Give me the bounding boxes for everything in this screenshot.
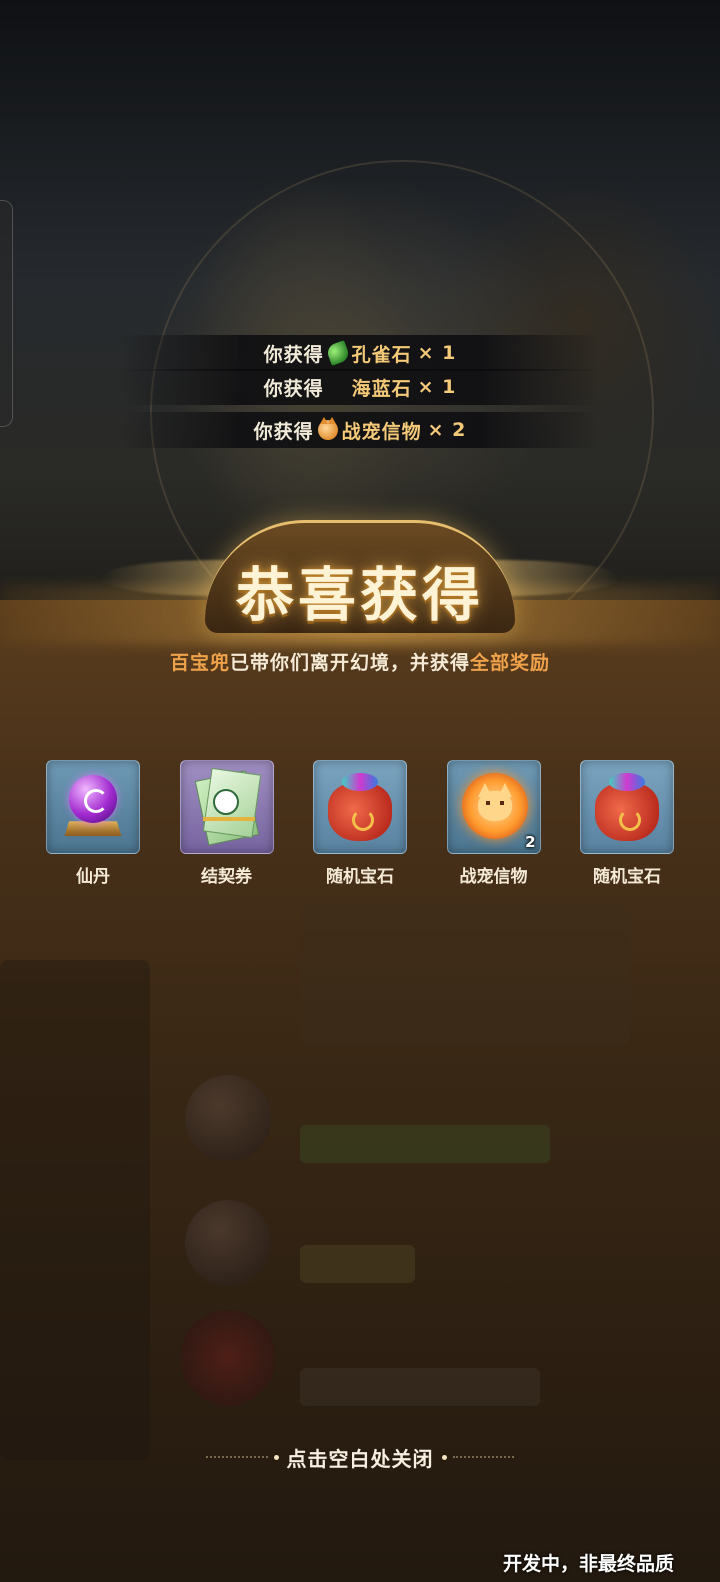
background-chat-bubble (300, 1125, 550, 1163)
congrats-banner: 恭喜获得 (100, 520, 620, 635)
item-slot[interactable] (313, 760, 407, 854)
hint-dots-left (206, 1456, 268, 1458)
subtitle-highlight-rewards: 全部奖励 (470, 652, 551, 674)
notification-prefix: 你获得 (253, 420, 314, 443)
reward-item[interactable]: 随机宝石 (580, 760, 674, 887)
reward-notification: 你获得 海蓝石 × 1 (120, 369, 600, 405)
reward-item[interactable]: 结契券 (179, 760, 274, 887)
item-name: 随机宝石 (326, 867, 394, 887)
reward-notification: 你获得 孔雀石 × 1 (120, 335, 600, 371)
bag-swirl (352, 809, 374, 831)
reward-subtitle: 百宝兜已带你们离开幻境，并获得全部奖励 (0, 648, 720, 675)
reward-item[interactable]: 2 战宠信物 (446, 760, 541, 887)
reward-item[interactable]: 仙丹 (46, 760, 140, 887)
pet-eyes (485, 801, 504, 805)
hint-dot (273, 1454, 279, 1460)
side-drawer-handle[interactable] (0, 200, 13, 427)
aquamarine-icon (328, 377, 348, 397)
hint-dots-right (452, 1456, 514, 1458)
close-hint[interactable]: 点击空白处关闭 (200, 1442, 520, 1472)
notification-prefix: 你获得 (263, 343, 324, 366)
dev-watermark: 开发中，非最终品质 (502, 1553, 674, 1575)
item-slot[interactable] (580, 760, 674, 854)
ticket-emblem (212, 789, 239, 815)
pet-face (477, 791, 512, 821)
background-chat-card (300, 905, 630, 1045)
background-avatar (185, 1200, 271, 1286)
background-sidebar (0, 960, 150, 1460)
notification-qty: × 2 (427, 419, 467, 441)
orb-swirl-mark (84, 789, 108, 813)
notification-prefix: 你获得 (263, 377, 324, 400)
background-chat-bubble (300, 1245, 415, 1283)
subtitle-text: 已带你们离开幻境，并获得 (229, 652, 470, 674)
bag-swirl (619, 809, 641, 831)
item-name: 随机宝石 (593, 867, 661, 887)
notification-item: 海蓝石 (351, 377, 412, 400)
notification-item: 战宠信物 (341, 420, 422, 443)
peacock-stone-icon (324, 340, 351, 366)
reward-item-list: 仙丹 结契券 随机宝石 2 战宠信物 随机宝石 (46, 760, 674, 887)
background-chat-bubble (300, 1368, 540, 1406)
item-slot[interactable] (179, 760, 274, 854)
background-avatar (180, 1310, 276, 1406)
item-name: 结契券 (201, 867, 252, 887)
notification-item: 孔雀石 (351, 343, 412, 366)
background-avatar (185, 1075, 271, 1161)
bag-gems (609, 773, 645, 791)
item-slot[interactable]: 2 (446, 760, 541, 854)
reward-notification: 你获得 战宠信物 × 2 (120, 412, 600, 448)
item-name: 战宠信物 (459, 867, 528, 887)
item-count: 2 (525, 833, 536, 851)
notification-qty: × 1 (417, 342, 457, 364)
bag-gems (342, 773, 378, 791)
hint-dot (441, 1454, 447, 1460)
close-hint-text: 点击空白处关闭 (286, 1446, 434, 1471)
banner-title: 恭喜获得 (235, 561, 484, 629)
item-slot[interactable] (46, 760, 140, 854)
pet-token-icon (317, 417, 338, 440)
orb-stand (64, 821, 122, 837)
ticket-ribbon (202, 817, 255, 821)
notification-qty: × 1 (417, 376, 457, 398)
subtitle-highlight-source: 百宝兜 (169, 652, 230, 674)
reward-item[interactable]: 随机宝石 (313, 760, 407, 887)
item-name: 仙丹 (76, 867, 110, 887)
